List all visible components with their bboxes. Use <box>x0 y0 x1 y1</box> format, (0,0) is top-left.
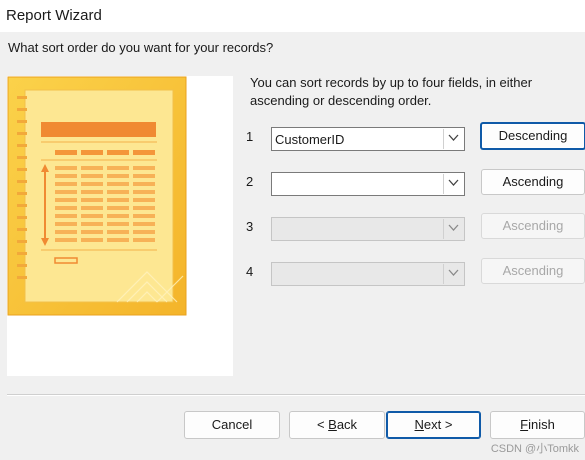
finish-label-key: F <box>520 417 529 432</box>
back-label-prefix: < <box>316 417 329 432</box>
back-label-rest: ack <box>336 417 358 432</box>
report-illustration <box>7 76 187 316</box>
next-label-key: N <box>414 417 424 432</box>
back-label-key: B <box>328 417 337 432</box>
wizard-prompt: What sort order do you want for your rec… <box>8 40 274 55</box>
watermark: CSDN @小Tomkk <box>490 443 579 455</box>
finish-label-rest: inish <box>528 417 555 432</box>
sort-row-2-number: 2 <box>246 174 254 189</box>
sort-row-1-number: 1 <box>246 129 254 144</box>
sort-order-2-button[interactable]: Ascending <box>481 169 585 195</box>
sort-order-4-button: Ascending <box>481 258 585 284</box>
window-title: Report Wizard <box>6 7 102 24</box>
sort-order-3-button: Ascending <box>481 213 585 239</box>
preview-panel <box>7 76 233 376</box>
title-bar: Report Wizard <box>0 0 585 32</box>
sort-field-1-value: CustomerID <box>275 132 345 147</box>
sort-row-3-number: 3 <box>246 219 254 234</box>
back-button[interactable]: < Back <box>289 411 385 439</box>
sort-field-3-combobox <box>271 217 465 241</box>
cancel-button[interactable]: Cancel <box>184 411 280 439</box>
chevron-down-icon[interactable] <box>443 174 463 194</box>
next-label-rest: ext > <box>423 417 453 432</box>
sort-field-4-combobox <box>271 262 465 286</box>
finish-button[interactable]: Finish <box>490 411 585 439</box>
sort-instructions: You can sort records by up to four field… <box>250 75 533 108</box>
chevron-down-icon <box>443 219 463 239</box>
next-button[interactable]: Next > <box>386 411 481 439</box>
sort-row-4-number: 4 <box>246 264 254 279</box>
sort-field-1-combobox[interactable]: CustomerID <box>271 127 465 151</box>
chevron-down-icon[interactable] <box>443 129 463 149</box>
divider <box>7 394 585 396</box>
sort-field-2-combobox[interactable] <box>271 172 465 196</box>
chevron-down-icon <box>443 264 463 284</box>
sort-order-1-button[interactable]: Descending <box>481 123 585 149</box>
